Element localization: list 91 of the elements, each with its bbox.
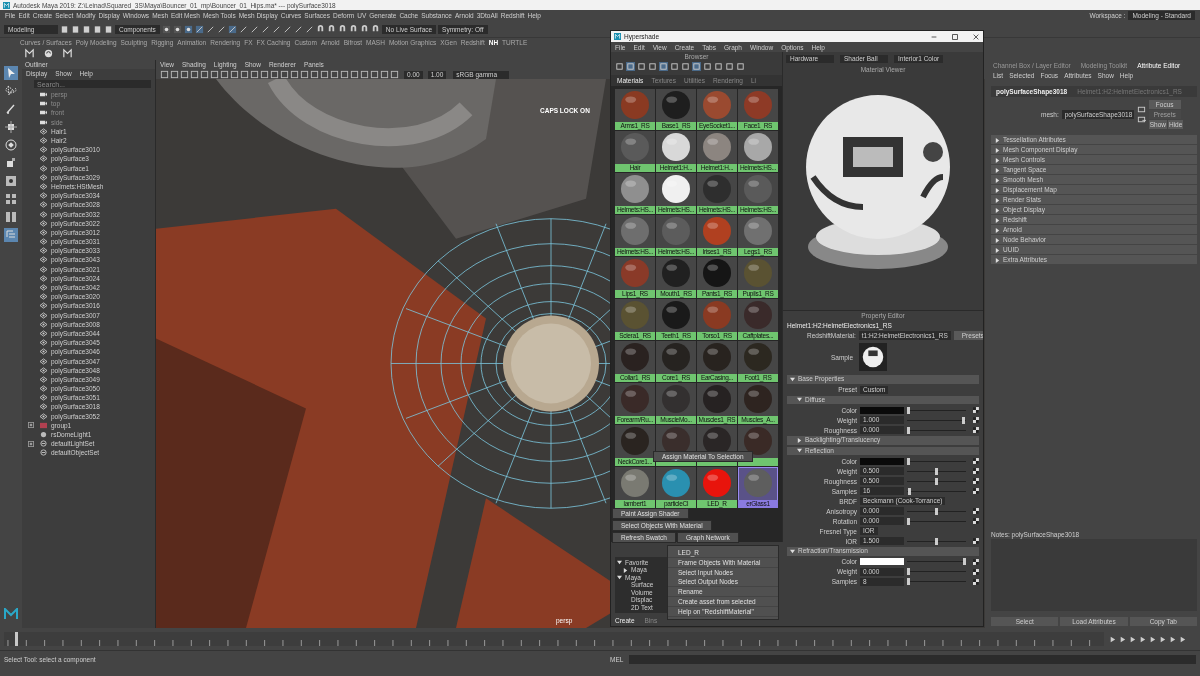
shader-ball-thumbnail xyxy=(621,301,649,329)
selection-mask-icon[interactable] xyxy=(183,24,193,34)
slider-thumb[interactable] xyxy=(906,426,910,434)
shader-ball-thumbnail xyxy=(662,301,690,329)
shader-ball-thumbnail xyxy=(662,385,690,413)
sample-swatch-drawing xyxy=(859,343,887,371)
light-icon xyxy=(39,431,48,439)
slider-thumb[interactable] xyxy=(906,517,910,525)
slider-thumb[interactable] xyxy=(934,507,938,515)
expand-arrow-icon[interactable] xyxy=(617,560,622,566)
shader-ball-thumbnail xyxy=(703,133,731,161)
slider-thumb[interactable] xyxy=(934,477,938,485)
shader-ball-thumbnail xyxy=(703,91,731,119)
input-connection-icon[interactable] xyxy=(1136,105,1146,114)
slider-thumb[interactable] xyxy=(934,467,938,475)
swirl-icon[interactable] xyxy=(43,48,54,59)
shader-ball-thumbnail xyxy=(662,259,690,287)
expand-arrow-icon[interactable] xyxy=(790,548,795,554)
shader-ball-thumbnail xyxy=(744,175,772,203)
slider-thumb[interactable] xyxy=(907,578,911,585)
color-swatch[interactable] xyxy=(860,558,904,565)
shader-ball-thumbnail xyxy=(662,469,690,497)
slider-thumb[interactable] xyxy=(908,487,912,495)
snap-tool-icon[interactable] xyxy=(194,24,204,34)
shader-ball-thumbnail xyxy=(662,343,690,371)
mesh-icon xyxy=(39,127,48,135)
rotate-icon[interactable] xyxy=(4,138,18,152)
command-input-field[interactable] xyxy=(629,654,1196,664)
slider-thumb[interactable] xyxy=(962,558,966,565)
expand-icon[interactable] xyxy=(28,440,34,447)
shader-ball-thumbnail xyxy=(703,217,731,245)
expand-arrow-icon[interactable] xyxy=(797,397,802,403)
slider-thumb[interactable] xyxy=(934,537,938,545)
group-icon xyxy=(39,421,48,429)
expand-arrow-icon[interactable] xyxy=(790,376,795,382)
slider-thumb[interactable] xyxy=(906,568,910,575)
shader-ball-thumbnail xyxy=(621,133,649,161)
expand-arrow-icon[interactable] xyxy=(797,448,802,454)
shader-ball-thumbnail xyxy=(744,343,772,371)
expand-arrow-icon[interactable] xyxy=(617,575,622,581)
app-logo-icon xyxy=(614,33,621,40)
color-swatch[interactable] xyxy=(860,457,904,465)
color-swatch[interactable] xyxy=(860,406,904,414)
shader-ball-thumbnail xyxy=(621,469,649,497)
shader-ball-thumbnail xyxy=(621,259,649,287)
shader-ball-thumbnail xyxy=(621,175,649,203)
snap-tool-icon[interactable] xyxy=(227,24,237,34)
shader-ball-thumbnail xyxy=(621,91,649,119)
two-view-icon[interactable] xyxy=(4,210,18,224)
slider-thumb[interactable] xyxy=(907,406,910,414)
app-logo-icon xyxy=(3,1,10,9)
close-icon[interactable] xyxy=(972,32,980,41)
selection-mask-icon[interactable] xyxy=(172,24,182,34)
single-view-icon[interactable] xyxy=(4,174,18,188)
shader-ball-thumbnail xyxy=(621,385,649,413)
shader-ball-thumbnail xyxy=(662,133,690,161)
shader-ball-thumbnail xyxy=(703,385,731,413)
shader-ball-thumbnail xyxy=(744,427,772,455)
current-frame-marker[interactable] xyxy=(15,632,18,646)
shader-ball-thumbnail xyxy=(744,469,772,497)
shader-ball-thumbnail xyxy=(621,343,649,371)
shader-ball-thumbnail xyxy=(621,217,649,245)
shader-ball-thumbnail xyxy=(703,175,731,203)
slider-thumb[interactable] xyxy=(962,416,966,424)
shader-ball-thumbnail xyxy=(744,259,772,287)
shader-ball-thumbnail xyxy=(662,175,690,203)
move-icon[interactable] xyxy=(4,120,18,134)
expand-arrow-icon[interactable] xyxy=(797,437,802,443)
shader-ball-thumbnail xyxy=(703,259,731,287)
expand-icon[interactable] xyxy=(28,422,34,429)
lasso-icon[interactable] xyxy=(4,84,18,98)
maximize-icon[interactable] xyxy=(951,32,959,41)
app-logo-icon xyxy=(4,608,18,620)
shader-ball-thumbnail xyxy=(744,385,772,413)
shader-ball-thumbnail xyxy=(744,217,772,245)
shader-ball-thumbnail xyxy=(621,427,649,455)
four-view-icon[interactable] xyxy=(4,192,18,206)
selection-mask-icon[interactable] xyxy=(161,24,171,34)
expand-arrow-icon[interactable] xyxy=(623,567,628,573)
shader-ball-thumbnail xyxy=(744,91,772,119)
slider-thumb[interactable] xyxy=(907,457,910,465)
shader-ball-thumbnail xyxy=(744,133,772,161)
scale-icon[interactable] xyxy=(4,156,18,170)
shader-ball-thumbnail xyxy=(662,91,690,119)
shader-ball-thumbnail xyxy=(744,301,772,329)
shader-ball-thumbnail xyxy=(703,343,731,371)
output-connection-icon[interactable] xyxy=(1136,115,1146,124)
shader-ball-thumbnail xyxy=(662,217,690,245)
shader-ball-thumbnail xyxy=(703,301,731,329)
shader-ball-thumbnail xyxy=(703,469,731,497)
map-button-icon[interactable] xyxy=(973,538,979,544)
